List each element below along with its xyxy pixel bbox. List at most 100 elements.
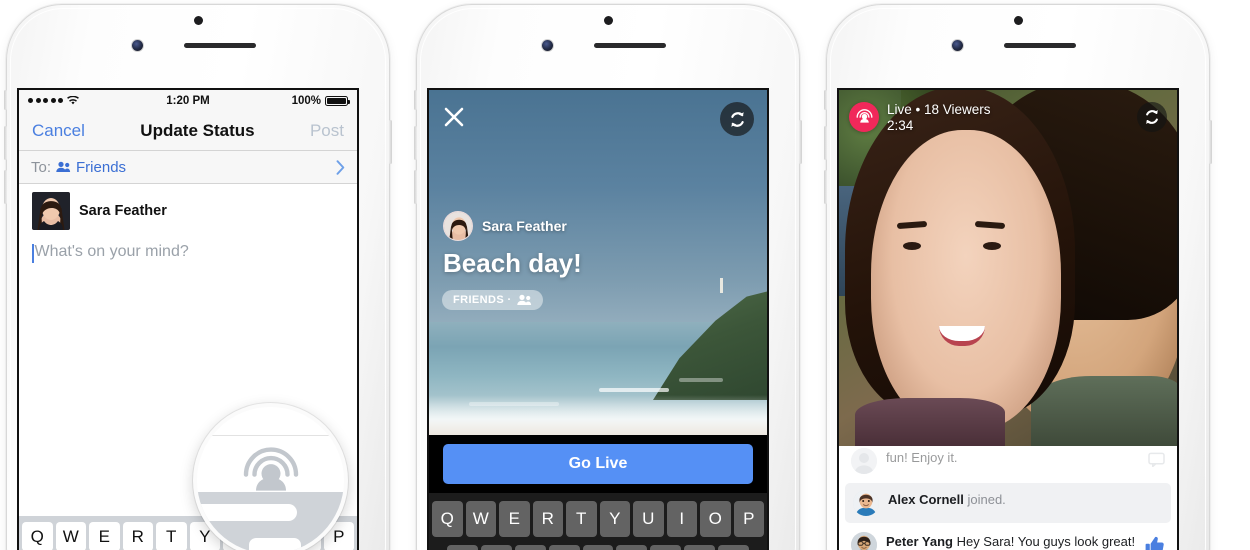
friends-icon <box>56 161 71 172</box>
avatar <box>32 192 70 230</box>
phone-1-status-composer: 1:20 PM 100% Cancel Update Status Post T… <box>4 4 392 550</box>
keyboard-row-1: Q W E R T Y U I O P <box>429 493 767 537</box>
go-live-button[interactable]: Go Live <box>443 444 753 484</box>
phone-1-screen: 1:20 PM 100% Cancel Update Status Post T… <box>17 88 359 550</box>
power-button[interactable] <box>1209 120 1212 164</box>
list-item[interactable]: fun! Enjoy it. <box>839 446 1177 481</box>
volume-up-button[interactable] <box>4 126 7 160</box>
key-t[interactable]: T <box>566 501 597 537</box>
phone-3-screen: Live • 18 Viewers 2:34 fun! Enjoy it. Al… <box>837 88 1179 550</box>
lighthouse <box>720 278 723 293</box>
status-bar: 1:20 PM 100% <box>19 90 357 111</box>
key-r[interactable]: R <box>122 522 153 550</box>
live-button-magnifier <box>193 403 348 550</box>
battery-percent: 100% <box>291 94 321 107</box>
live-viewer-count: Live • 18 Viewers <box>887 102 991 117</box>
status-bar-time: 1:20 PM <box>166 94 210 107</box>
audience-value[interactable]: Friends <box>76 159 126 176</box>
front-camera <box>952 40 963 51</box>
privacy-badge[interactable]: FRIENDS · <box>442 290 543 310</box>
key-y[interactable]: Y <box>599 501 630 537</box>
composer-author: Sara Feather <box>19 184 357 234</box>
proximity-sensor <box>194 16 203 25</box>
wifi-icon <box>67 96 79 105</box>
flip-camera-icon <box>1146 110 1158 124</box>
key-q[interactable]: Q <box>432 501 463 537</box>
page-title: Update Status <box>140 120 255 140</box>
keyboard-row-2 <box>429 537 767 550</box>
author-name: Sara Feather <box>79 203 167 219</box>
avatar <box>851 448 877 474</box>
person-woman <box>871 130 1061 430</box>
list-item[interactable]: Peter Yang Hey Sara! You guys look great… <box>839 525 1177 550</box>
thumbs-up-icon[interactable] <box>1145 532 1165 550</box>
key-w[interactable]: W <box>55 522 86 550</box>
key-u[interactable]: U <box>633 501 664 537</box>
comment-icon[interactable] <box>1148 448 1165 472</box>
live-elapsed-time: 2:34 <box>887 118 914 133</box>
volume-down-button[interactable] <box>824 170 827 204</box>
key-w[interactable]: W <box>465 501 496 537</box>
avatar <box>851 532 877 550</box>
flip-camera-icon <box>730 111 744 127</box>
avatar <box>853 490 879 516</box>
earpiece-speaker <box>594 43 666 48</box>
phone-2-go-live-setup: Sara Feather Beach day! FRIENDS · Go Liv… <box>414 4 802 550</box>
flip-camera-button[interactable] <box>1137 102 1167 132</box>
key-e[interactable]: E <box>499 501 530 537</box>
silent-switch[interactable] <box>4 90 7 110</box>
close-icon[interactable] <box>443 106 465 133</box>
live-broadcast-icon[interactable] <box>238 444 304 509</box>
list-item[interactable]: Alex Cornell joined. <box>845 483 1171 523</box>
proximity-sensor <box>604 16 613 25</box>
broadcast-caption[interactable]: Beach day! <box>443 248 582 279</box>
key-t[interactable]: T <box>156 522 187 550</box>
key-i[interactable]: I <box>666 501 697 537</box>
author-name: Sara Feather <box>482 218 567 234</box>
comment-text: fun! Enjoy it. <box>886 450 958 465</box>
key-p[interactable]: P <box>733 501 764 537</box>
post-button[interactable]: Post <box>310 121 344 141</box>
key-o[interactable]: O <box>700 501 731 537</box>
live-comments[interactable]: fun! Enjoy it. Alex Cornell joined. Pete… <box>839 446 1177 550</box>
phone-2-screen: Sara Feather Beach day! FRIENDS · Go Liv… <box>427 88 769 550</box>
key-r[interactable]: R <box>532 501 563 537</box>
earpiece-speaker <box>184 43 256 48</box>
keyboard[interactable]: Q W E R T Y U I O P <box>429 493 767 550</box>
volume-down-button[interactable] <box>414 170 417 204</box>
magnifier-divider <box>197 435 344 436</box>
commenter-name[interactable]: Peter Yang <box>886 534 953 549</box>
silent-switch[interactable] <box>414 90 417 110</box>
status-placeholder: What's on your mind? <box>34 243 189 260</box>
friends-icon <box>516 294 531 305</box>
front-camera <box>132 40 143 51</box>
volume-down-button[interactable] <box>4 170 7 204</box>
signal-strength-icon <box>28 98 63 103</box>
commenter-name[interactable]: Alex Cornell <box>888 492 964 507</box>
phone-3-live-broadcast: Live • 18 Viewers 2:34 fun! Enjoy it. Al… <box>824 4 1212 550</box>
live-status: Live • 18 Viewers 2:34 <box>849 102 991 134</box>
status-input[interactable]: What's on your mind? <box>19 234 357 272</box>
flip-camera-button[interactable] <box>720 102 754 136</box>
live-badge-icon <box>849 102 879 132</box>
volume-up-button[interactable] <box>414 126 417 160</box>
earpiece-speaker <box>1004 43 1076 48</box>
comment-text: Peter Yang Hey Sara! You guys look great… <box>886 532 1136 550</box>
cancel-button[interactable]: Cancel <box>32 121 85 141</box>
power-button[interactable] <box>799 120 802 164</box>
broadcast-author: Sara Feather <box>443 211 567 241</box>
comment-text: Alex Cornell joined. <box>888 490 1163 509</box>
audience-selector-row[interactable]: To: Friends <box>19 151 357 184</box>
screenshot-root: 1:20 PM 100% Cancel Update Status Post T… <box>0 0 1250 550</box>
navigation-bar: Cancel Update Status Post <box>19 111 357 151</box>
volume-up-button[interactable] <box>824 126 827 160</box>
silent-switch[interactable] <box>824 90 827 110</box>
live-broadcast-icon <box>856 108 872 123</box>
power-button[interactable] <box>389 120 392 164</box>
battery-icon <box>325 95 350 106</box>
to-label: To: <box>31 158 52 176</box>
go-live-bar: Go Live <box>429 435 767 493</box>
key-q[interactable]: Q <box>22 522 53 550</box>
text-caret <box>32 244 34 263</box>
key-e[interactable]: E <box>89 522 120 550</box>
